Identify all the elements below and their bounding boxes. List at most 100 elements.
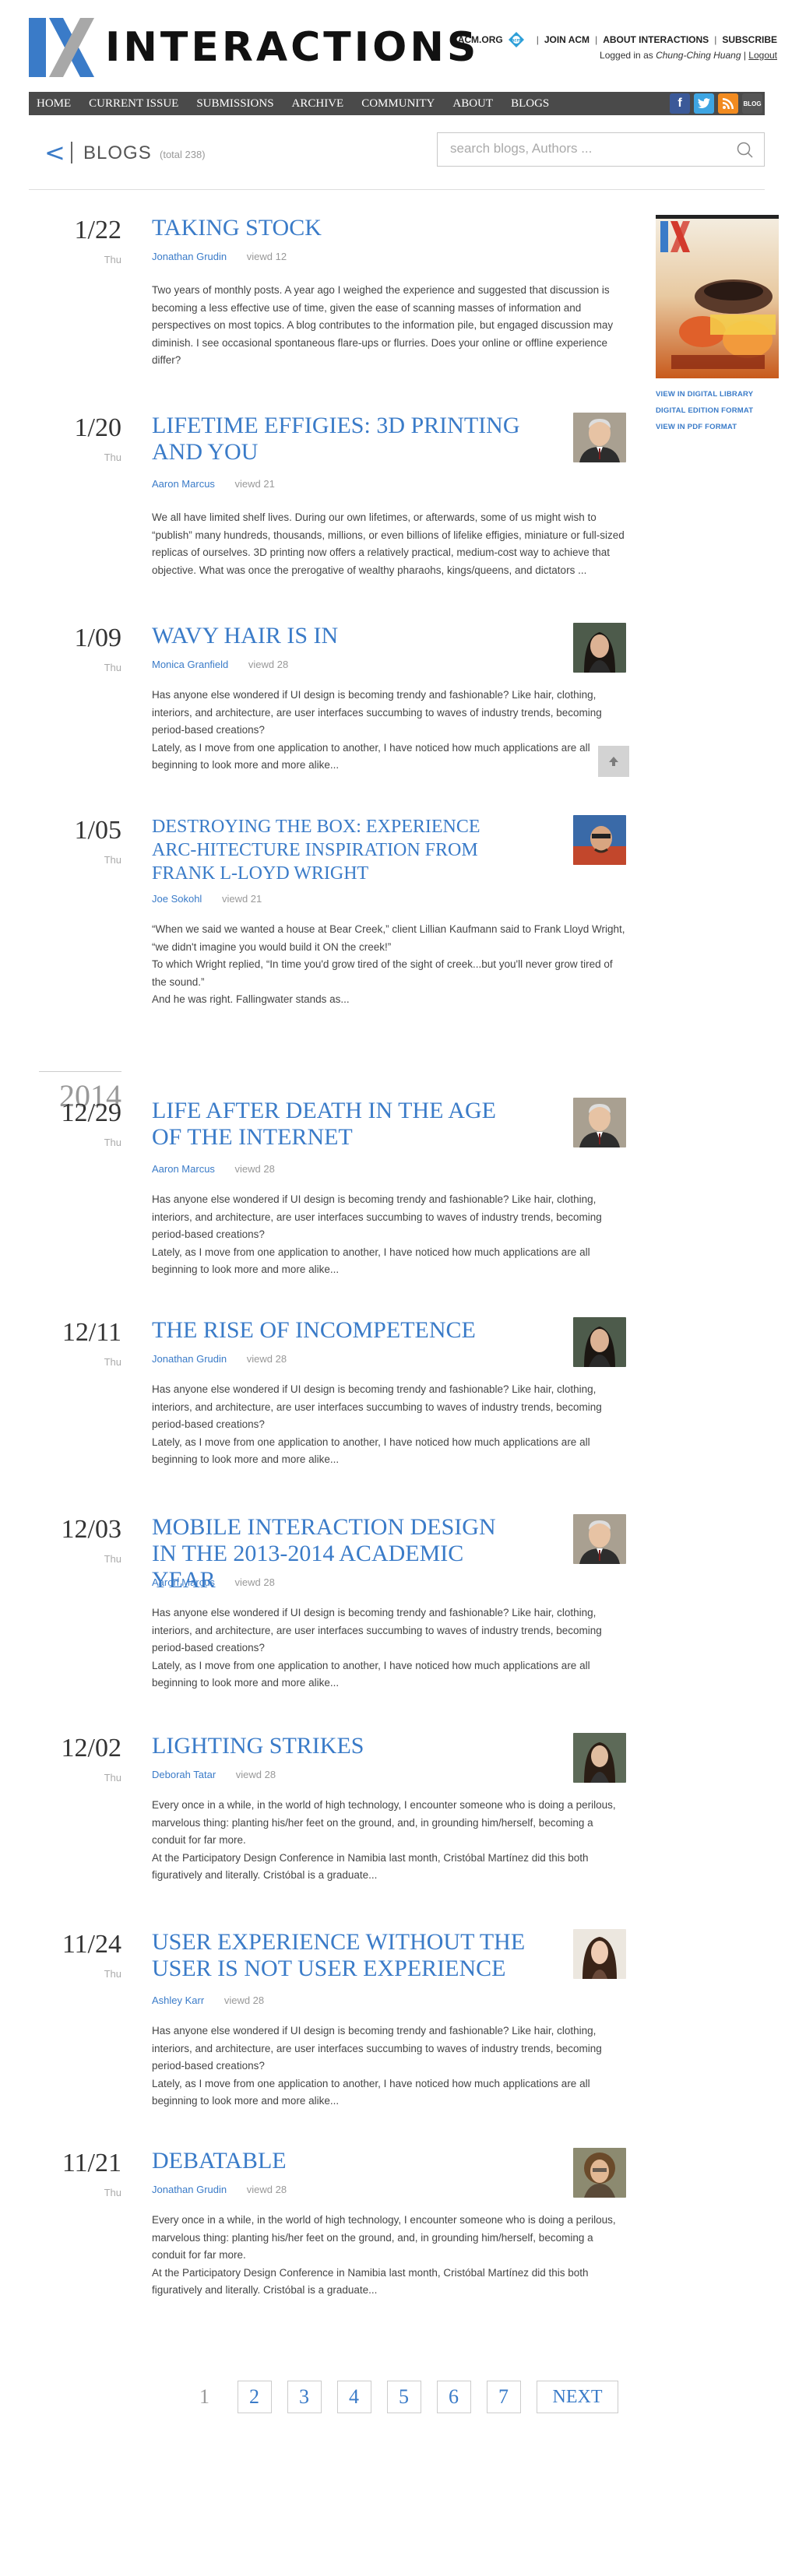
acm-org-link[interactable]: ACM.ORG: [458, 34, 503, 45]
post-title[interactable]: LIFETIME EFFIGIES: 3D PRINTING AND YOU: [152, 413, 526, 466]
post-date: 11/21: [62, 2149, 121, 2177]
author-avatar[interactable]: [573, 1929, 626, 1979]
post-author[interactable]: Jonathan Grudin: [152, 2184, 227, 2195]
post-title[interactable]: DESTROYING THE BOX: EXPERIENCE ARC-HITEC…: [152, 815, 526, 885]
post-meta: Jonathan Grudin viewd 28: [152, 1353, 287, 1365]
digital-edition-link[interactable]: DIGITAL EDITION FORMAT: [656, 406, 753, 415]
post-views: viewd 28: [234, 1576, 275, 1588]
post-views: viewd 21: [234, 478, 275, 490]
post-excerpt: Has anyone else wondered if UI design is…: [152, 1191, 627, 1279]
post-paragraph: Has anyone else wondered if UI design is…: [152, 1193, 602, 1240]
post-paragraph: Lately, as I move from one application t…: [152, 741, 590, 771]
arrow-up-icon: [609, 757, 618, 766]
author-avatar[interactable]: [573, 815, 626, 865]
post-title[interactable]: TAKING STOCK: [152, 215, 526, 241]
post-day: Thu: [104, 254, 121, 265]
post-meta: Ashley Karr viewd 28: [152, 1994, 264, 2006]
pdf-format-link[interactable]: VIEW IN PDF FORMAT: [656, 423, 753, 431]
back-to-top-button[interactable]: [598, 746, 629, 777]
interactions-logo[interactable]: INTERACTIONS: [29, 18, 479, 77]
post-meta: Deborah Tatar viewd 28: [152, 1769, 276, 1780]
nav-archive[interactable]: ARCHIVE: [292, 97, 344, 111]
post-author[interactable]: Monica Granfield: [152, 659, 228, 670]
main-nav: HOME CURRENT ISSUE SUBMISSIONS ARCHIVE C…: [29, 92, 765, 115]
author-avatar[interactable]: [573, 1733, 626, 1783]
blogs-total-count: (total 238): [160, 149, 206, 160]
page-7[interactable]: 7: [486, 2381, 521, 2413]
post-author[interactable]: Deborah Tatar: [152, 1769, 216, 1780]
author-avatar[interactable]: [573, 1514, 626, 1564]
post-views: viewd 12: [246, 251, 287, 262]
post-author[interactable]: Joe Sokohl: [152, 893, 202, 905]
post-views: viewd 21: [221, 893, 262, 905]
author-avatar[interactable]: [573, 2148, 626, 2198]
post-title[interactable]: THE RISE OF INCOMPETENCE: [152, 1317, 526, 1344]
post-excerpt: Has anyone else wondered if UI design is…: [152, 1381, 627, 1469]
search-input[interactable]: [450, 133, 730, 164]
post-day: Thu: [104, 662, 121, 673]
post-date: 12/03: [61, 1515, 121, 1544]
post-day: Thu: [104, 452, 121, 463]
post-paragraph: Has anyone else wondered if UI design is…: [152, 1607, 602, 1653]
site-header: INTERACTIONS ACM.ORG acm | JOIN ACM | AB…: [0, 0, 806, 86]
magazine-cover[interactable]: [656, 215, 779, 378]
post-meta: Aaron Marcus viewd 21: [152, 478, 275, 490]
post-title[interactable]: WAVY HAIR IS IN: [152, 623, 526, 649]
facebook-icon[interactable]: f: [670, 93, 690, 114]
post-author[interactable]: Aaron Marcus: [152, 1163, 215, 1175]
nav-blogs[interactable]: BLOGS: [511, 97, 549, 111]
post-author[interactable]: Jonathan Grudin: [152, 251, 227, 262]
post-title[interactable]: USER EXPERIENCE WITHOUT THE USER IS NOT …: [152, 1929, 526, 1982]
nav-community[interactable]: COMMUNITY: [361, 97, 435, 111]
post-meta: Aaron Marcus viewd 28: [152, 1163, 275, 1175]
post-author[interactable]: Aaron Marcus: [152, 478, 215, 490]
nav-submissions[interactable]: SUBMISSIONS: [196, 97, 273, 111]
post-author[interactable]: Ashley Karr: [152, 1994, 204, 2006]
post-paragraph: At the Participatory Design Conference i…: [152, 2266, 589, 2297]
post-meta: Joe Sokohl viewd 21: [152, 893, 262, 905]
back-arrow-icon[interactable]: <: [44, 140, 65, 165]
view-in-digital-library-link[interactable]: VIEW IN DIGITAL LIBRARY: [656, 390, 753, 399]
about-interactions-link[interactable]: ABOUT INTERACTIONS: [603, 34, 709, 45]
author-avatar[interactable]: [573, 413, 626, 462]
post-excerpt: Has anyone else wondered if UI design is…: [152, 687, 627, 775]
logged-in-user: Chung-Ching Huang: [656, 50, 741, 61]
post-paragraph: Lately, as I move from one application t…: [152, 1659, 590, 1689]
post-paragraph: Every once in a while, in the world of h…: [152, 1799, 616, 1846]
page-4[interactable]: 4: [336, 2381, 371, 2413]
post-author[interactable]: Aaron Marcus: [152, 1576, 215, 1588]
author-avatar[interactable]: [573, 1317, 626, 1367]
search-icon[interactable]: [736, 141, 753, 158]
page-2[interactable]: 2: [237, 2381, 272, 2413]
post-paragraph: “When we said we wanted a house at Bear …: [152, 923, 625, 953]
post-paragraph: Has anyone else wondered if UI design is…: [152, 1383, 602, 1430]
blog-icon[interactable]: BLOG: [742, 93, 762, 114]
post-title[interactable]: LIGHTING STRIKES: [152, 1733, 526, 1759]
page-5[interactable]: 5: [386, 2381, 421, 2413]
post-meta: Jonathan Grudin viewd 12: [152, 251, 287, 262]
post-excerpt: Has anyone else wondered if UI design is…: [152, 1604, 627, 1692]
post-author[interactable]: Jonathan Grudin: [152, 1353, 227, 1365]
nav-current-issue[interactable]: CURRENT ISSUE: [89, 97, 178, 111]
logout-link[interactable]: Logout: [748, 50, 777, 61]
page-6[interactable]: 6: [436, 2381, 471, 2413]
page-1[interactable]: 1: [188, 2381, 222, 2413]
post-views: viewd 28: [234, 1163, 275, 1175]
subscribe-link[interactable]: SUBSCRIBE: [722, 34, 777, 45]
page-3[interactable]: 3: [287, 2381, 322, 2413]
rss-icon[interactable]: [718, 93, 738, 114]
nav-about[interactable]: ABOUT: [452, 97, 493, 111]
author-avatar[interactable]: [573, 623, 626, 673]
twitter-icon[interactable]: [694, 93, 714, 114]
post-title[interactable]: DEBATABLE: [152, 2148, 526, 2174]
nav-home[interactable]: HOME: [37, 97, 71, 111]
post-excerpt: “When we said we wanted a house at Bear …: [152, 921, 627, 1009]
join-acm-link[interactable]: JOIN ACM: [544, 34, 590, 45]
post-paragraph: Has anyone else wondered if UI design is…: [152, 2025, 602, 2072]
post-meta: Aaron Marcus viewd 28: [152, 1576, 275, 1588]
next-page-button[interactable]: NEXT: [536, 2381, 619, 2413]
page-title: BLOGS: [83, 142, 152, 163]
post-title[interactable]: LIFE AFTER DEATH IN THE AGE OF THE INTER…: [152, 1098, 526, 1151]
sidebar-links: VIEW IN DIGITAL LIBRARY DIGITAL EDITION …: [656, 390, 753, 439]
author-avatar[interactable]: [573, 1098, 626, 1147]
